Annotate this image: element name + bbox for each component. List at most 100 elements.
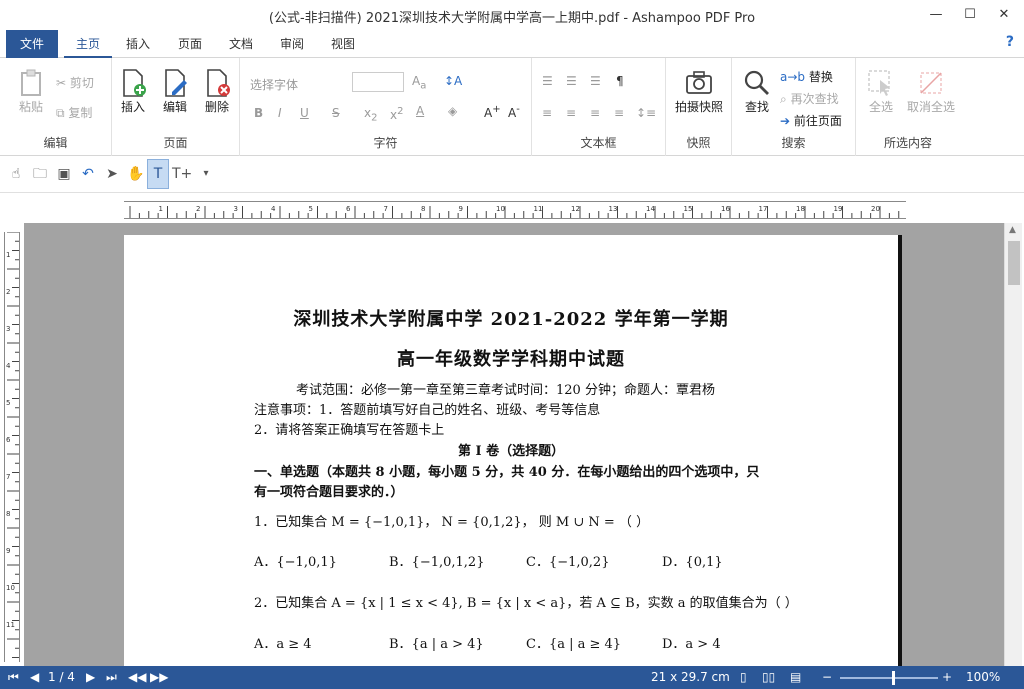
- copy-button[interactable]: ⧉ 复制: [56, 104, 92, 121]
- align-left-icon[interactable]: ≡: [542, 106, 552, 120]
- scrollbar-thumb[interactable]: [1008, 241, 1020, 285]
- superscript-icon[interactable]: x2: [390, 106, 403, 122]
- insert-page-button[interactable]: 插入: [116, 68, 150, 115]
- add-text-icon[interactable]: T+: [172, 164, 192, 184]
- q2-option-c: C．{a | a ≥ 4}: [526, 637, 622, 652]
- close-button[interactable]: ✕: [986, 0, 1022, 30]
- document-workspace[interactable]: 深圳技术大学附属中学 2021-2022 学年第一学期 高一年级数学学科期中试题…: [24, 223, 1004, 666]
- font-size-select[interactable]: [352, 72, 404, 92]
- tab-review[interactable]: 审阅: [268, 30, 316, 58]
- ruler-label: 17: [759, 205, 768, 213]
- pointer-icon[interactable]: ➤: [102, 164, 122, 184]
- question-1: 1．已知集合 M = {−1,0,1}， N = {0,1,2}， 则 M ∪ …: [254, 515, 650, 530]
- underline-icon[interactable]: U: [300, 106, 309, 120]
- italic-icon[interactable]: I: [278, 106, 282, 120]
- snapshot-label: 拍摄快照: [674, 100, 723, 114]
- next-page-icon[interactable]: ▶: [86, 670, 95, 684]
- find-button[interactable]: 查找: [738, 68, 776, 115]
- delete-page-button[interactable]: 删除: [200, 68, 234, 115]
- edit-page-button[interactable]: 编辑: [158, 68, 192, 115]
- continuous-view-icon[interactable]: ▤: [790, 670, 801, 684]
- bold-icon[interactable]: B: [254, 106, 263, 120]
- paste-button[interactable]: 粘贴: [14, 68, 48, 115]
- ruler-label: 5: [309, 205, 313, 213]
- maximize-button[interactable]: ☐: [952, 0, 988, 30]
- q1-option-b: B．{−1,0,1,2}: [389, 555, 485, 570]
- magnifier-icon: [744, 70, 769, 95]
- tab-insert[interactable]: 插入: [114, 30, 162, 58]
- group-character-label: 字符: [373, 136, 398, 150]
- line-spacing-icon[interactable]: ↕≡: [636, 106, 656, 120]
- strikethrough-icon[interactable]: S: [332, 106, 340, 120]
- deselect-all-button[interactable]: 取消全选: [904, 68, 958, 115]
- goto-page-button[interactable]: ➔ 前往页面: [780, 112, 842, 129]
- last-page-icon[interactable]: ⏭: [106, 670, 117, 685]
- ruler-label: 8: [421, 205, 425, 213]
- edit-page-label: 编辑: [162, 100, 187, 114]
- replace-icon: a→b: [780, 70, 806, 84]
- horizontal-ruler-ticks: 1 2 3 4 5 6 7 8 9 10 11 12 13 14 15 16 17 18 19 20: [129, 205, 900, 218]
- single-page-view-icon[interactable]: ▯: [740, 670, 747, 684]
- zoom-level: 100%: [966, 670, 1001, 684]
- justify-icon[interactable]: ≡: [614, 106, 624, 120]
- zoom-slider-thumb[interactable]: [892, 671, 895, 685]
- tab-home[interactable]: 主页: [64, 30, 113, 58]
- two-page-view-icon[interactable]: ▯▯: [762, 670, 775, 684]
- back-icon[interactable]: ◀◀: [128, 670, 146, 684]
- minimize-button[interactable]: —: [918, 0, 954, 30]
- tab-document[interactable]: 文档: [217, 30, 265, 58]
- pan-hand-icon[interactable]: ✋: [126, 164, 146, 184]
- pdf-page[interactable]: 深圳技术大学附属中学 2021-2022 学年第一学期 高一年级数学学科期中试题…: [124, 235, 902, 666]
- numbered-list-icon[interactable]: ☰: [566, 74, 577, 88]
- help-icon[interactable]: ?: [1006, 34, 1014, 50]
- first-page-icon[interactable]: ⏮: [8, 670, 19, 685]
- zoom-slider[interactable]: [840, 671, 938, 685]
- list-icon[interactable]: ☰: [542, 74, 553, 88]
- zoom-out-icon[interactable]: −: [822, 670, 832, 684]
- forward-icon[interactable]: ▶▶: [150, 670, 168, 684]
- text-direction-icon[interactable]: ↕A: [444, 74, 462, 88]
- ruler-label: 15: [684, 205, 693, 213]
- find-again-button[interactable]: ⌕ 再次查找: [780, 90, 839, 107]
- ribbon: 粘贴 ✂ 剪切 ⧉ 复制 编辑 插入 编辑 删除 页面 选择字体 Aa ↕A B: [0, 58, 1024, 156]
- camera-icon: [686, 71, 712, 94]
- increase-font-icon[interactable]: A+: [484, 104, 501, 120]
- replace-button[interactable]: a→b 替换: [780, 68, 833, 85]
- grow-font-icon[interactable]: Aa: [412, 74, 426, 91]
- undo-icon[interactable]: ↶: [78, 164, 98, 184]
- tab-file[interactable]: 文件: [6, 30, 58, 58]
- select-all-button[interactable]: 全选: [862, 68, 900, 115]
- indent-icon[interactable]: ☰: [590, 74, 601, 88]
- decrease-font-icon[interactable]: A-: [508, 104, 520, 120]
- vertical-scrollbar[interactable]: ▲: [1004, 223, 1022, 666]
- hand-select-icon[interactable]: ☝: [6, 164, 26, 184]
- ruler-label: 3: [6, 325, 10, 333]
- zoom-in-icon[interactable]: +: [942, 670, 952, 684]
- delete-page-label: 删除: [204, 100, 229, 114]
- cut-button[interactable]: ✂ 剪切: [56, 74, 94, 91]
- scroll-up-icon[interactable]: ▲: [1009, 225, 1016, 235]
- toolbar-dropdown-icon[interactable]: ▾: [196, 164, 216, 184]
- font-select[interactable]: 选择字体: [250, 76, 298, 93]
- ruler-label: 9: [459, 205, 463, 213]
- align-center-icon[interactable]: ≡: [566, 106, 576, 120]
- align-right-icon[interactable]: ≡: [590, 106, 600, 120]
- subscript-icon[interactable]: x2: [364, 106, 377, 123]
- paragraph-icon[interactable]: ¶: [616, 74, 624, 88]
- highlight-icon[interactable]: ◈: [448, 104, 457, 118]
- save-icon[interactable]: ▣: [54, 164, 74, 184]
- search-again-icon: ⌕: [780, 92, 787, 106]
- paste-label: 粘贴: [18, 100, 43, 114]
- tab-view[interactable]: 视图: [319, 30, 367, 58]
- ribbon-tabs: 文件 主页 插入 页面 文档 审阅 视图 ?: [0, 30, 1024, 58]
- font-color-icon[interactable]: A: [416, 104, 424, 118]
- text-tool-icon[interactable]: T: [147, 159, 169, 189]
- prev-page-icon[interactable]: ◀: [30, 670, 39, 684]
- open-folder-icon[interactable]: 🗀: [30, 164, 50, 184]
- page-indicator[interactable]: 1 / 4: [48, 670, 75, 684]
- select-cursor-icon: [868, 70, 890, 96]
- ruler-label: 8: [6, 510, 10, 518]
- snapshot-button[interactable]: 拍摄快照: [672, 68, 726, 115]
- tab-page[interactable]: 页面: [166, 30, 214, 58]
- horizontal-ruler: 1 2 3 4 5 6 7 8 9 10 11 12 13 14 15 16 17 18 19 20: [124, 201, 906, 219]
